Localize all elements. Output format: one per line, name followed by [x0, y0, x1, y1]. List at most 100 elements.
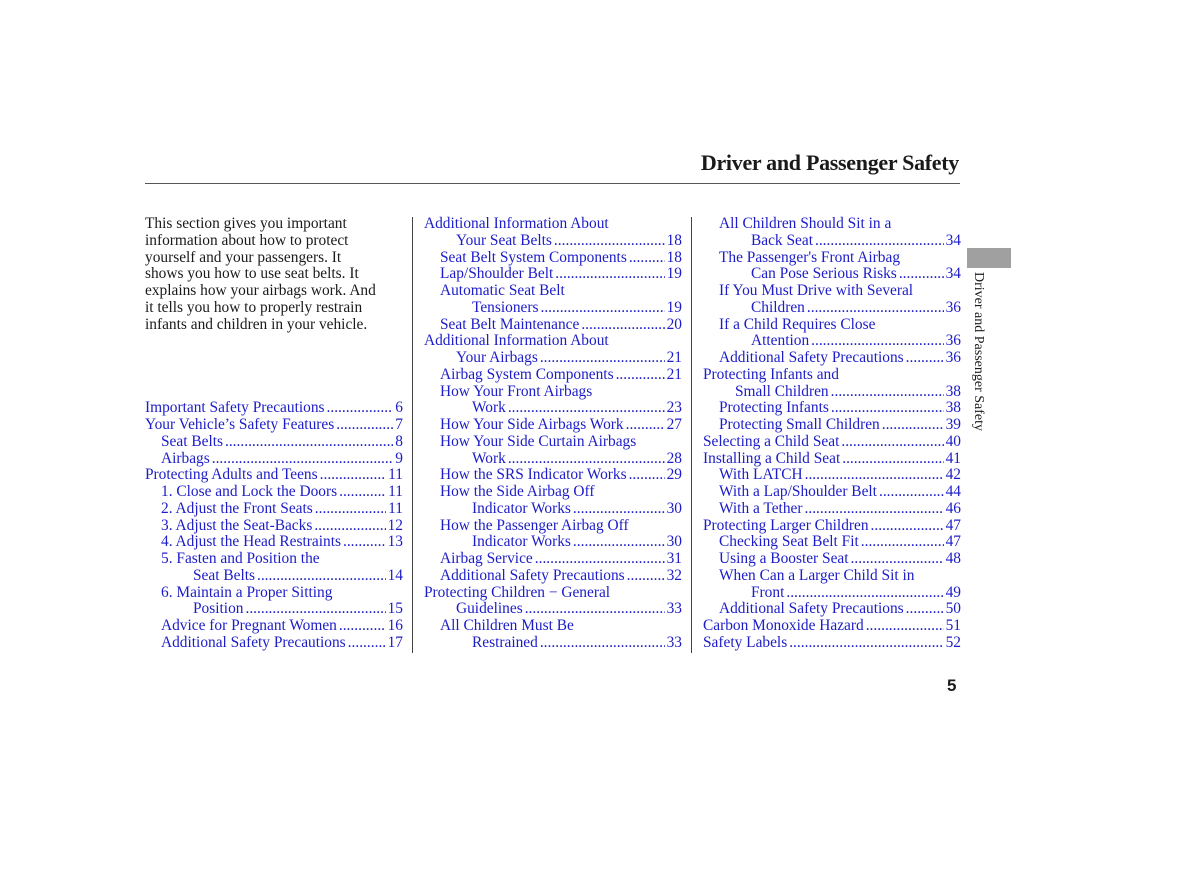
toc-entry-line: How Your Side Airbags Work 27: [424, 416, 682, 434]
toc-entry-line: Installing a Child Seat 41: [703, 449, 961, 468]
toc-entry-line: Seat Belt Maintenance 20: [424, 316, 682, 334]
column-divider: [412, 217, 413, 653]
toc-entry[interactable]: When Can a Larger Child Sit inFront 49: [703, 566, 961, 602]
toc-entry-continuation: Indicator Works: [472, 499, 571, 517]
toc-entry-line: Additional Safety Precautions 32: [424, 567, 682, 585]
toc-entry[interactable]: 2. Adjust the Front Seats 11: [145, 500, 403, 518]
toc-entry[interactable]: With a Lap/Shoulder Belt 44: [703, 483, 961, 501]
toc-entry[interactable]: If You Must Drive with SeveralChildren 36: [703, 282, 961, 317]
toc-entry-line: Additional Safety Precautions 17: [145, 634, 403, 652]
toc-entry[interactable]: Important Safety Precautions 6: [145, 399, 403, 417]
toc-entry-line: Seat Belts 8: [145, 432, 403, 451]
toc-entry[interactable]: Your Vehicle’s Safety Features 7: [145, 416, 403, 434]
toc-entry[interactable]: Using a Booster Seat 48: [703, 550, 961, 568]
toc-entry[interactable]: Airbags 9: [145, 450, 403, 468]
toc-entry[interactable]: How the Side Airbag OffIndicator Works 30: [424, 483, 682, 518]
toc-entry[interactable]: 5. Fasten and Position theSeat Belts 14: [145, 550, 403, 585]
toc-entry-continuation: Seat Belts: [193, 566, 255, 584]
toc-entry-continuation: Can Pose Serious Risks: [751, 265, 897, 283]
toc-entry[interactable]: Seat Belts 8: [145, 432, 403, 451]
toc-entry[interactable]: Protecting Children − GeneralGuidelines 3…: [424, 584, 682, 619]
toc-entry[interactable]: How Your Side Airbags Work 27: [424, 416, 682, 434]
toc-entry[interactable]: Lap/Shoulder Belt 19: [424, 265, 682, 283]
toc-entry[interactable]: Installing a Child Seat 41: [703, 449, 961, 468]
toc-entry-title: If a Child Requires Close: [719, 315, 876, 333]
toc-entry-title: 1. Close and Lock the Doors: [161, 483, 338, 500]
toc-entry[interactable]: Additional Safety Precautions 50: [703, 600, 961, 618]
toc-entry[interactable]: Additional Safety Precautions 36: [703, 349, 961, 367]
toc-entry[interactable]: The Passenger's Front Airbag Can Pose Ser…: [703, 248, 961, 284]
toc-entry[interactable]: 3. Adjust the Seat-Backs 12: [145, 516, 403, 535]
toc-entry[interactable]: Seat Belt System Components 18: [424, 249, 682, 267]
toc-entry[interactable]: All Children Should Sit in aBack Seat 34: [703, 215, 961, 250]
toc-entry[interactable]: With a Tether 46: [703, 499, 961, 518]
toc-page-number: 8: [395, 432, 403, 450]
column-divider: [691, 217, 692, 653]
dot-leader: [807, 300, 944, 317]
toc-entry[interactable]: How Your Front AirbagsWork 23: [424, 383, 682, 418]
dot-leader: [573, 501, 665, 518]
toc-entry-title: Protecting Infants: [719, 399, 829, 417]
toc-page-number: 29: [666, 466, 682, 484]
toc-entry[interactable]: 6. Maintain a Proper SittingPosition 15: [145, 584, 403, 619]
toc-entry[interactable]: How the Passenger Airbag Off Indicator Wo…: [424, 517, 682, 552]
toc-entry-line: Can Pose Serious Risks 34: [703, 265, 961, 283]
dot-leader: [861, 534, 944, 551]
toc-entry[interactable]: Protecting Larger Children 47: [703, 517, 961, 535]
toc-entry[interactable]: Protecting Infants 38: [703, 399, 961, 417]
toc-page-number: 11: [388, 483, 403, 500]
dot-leader: [851, 551, 944, 568]
toc-entry-title: Using a Booster Seat: [719, 550, 849, 567]
toc-entry-line: Additional Safety Precautions 36: [703, 349, 961, 367]
toc-entry-title: All Children Must Be: [440, 617, 574, 634]
toc-page-number: 41: [945, 449, 961, 467]
toc-entry[interactable]: Checking Seat Belt Fit 47: [703, 533, 961, 551]
toc-page-number: 51: [945, 617, 961, 634]
toc-entry-title: The Passenger's Front Airbag: [719, 248, 901, 266]
toc-entry[interactable]: Protecting Small Children 39: [703, 416, 961, 434]
dot-leader: [535, 551, 665, 568]
toc-entry[interactable]: Advice for Pregnant Women 16: [145, 617, 403, 635]
toc-entry[interactable]: Protecting Infants andSmall Children 38: [703, 366, 961, 401]
toc-entry[interactable]: Safety Labels 52: [703, 634, 961, 652]
toc-entry[interactable]: Airbag Service 31: [424, 550, 682, 568]
toc-list: Important Safety Precautions6Your Vehicl…: [145, 399, 403, 652]
dot-leader: [899, 266, 944, 283]
dot-leader: [882, 417, 944, 434]
dot-leader: [320, 467, 387, 484]
toc-entry-line: Restrained 33: [424, 633, 682, 652]
toc-entry[interactable]: Carbon Monoxide Hazard 51: [703, 617, 961, 635]
toc-entry[interactable]: How the SRS Indicator Works 29: [424, 466, 682, 484]
toc-page-number: 14: [387, 566, 403, 584]
toc-entry-title: Protecting Small Children: [719, 416, 880, 433]
toc-entry[interactable]: 4. Adjust the Head Restraints 13: [145, 533, 403, 551]
toc-entry[interactable]: Seat Belt Maintenance 20: [424, 316, 682, 334]
toc-entry[interactable]: With LATCH 42: [703, 466, 961, 484]
toc-entry-continuation: Restrained: [472, 633, 538, 651]
toc-entry-line: Work 28: [424, 449, 682, 468]
dot-leader: [540, 300, 664, 317]
toc-entry[interactable]: Additional Safety Precautions 17: [145, 634, 403, 652]
toc-entry-title: With a Tether: [719, 499, 803, 517]
toc-entry[interactable]: How Your Side Curtain AirbagsWork 28: [424, 433, 682, 468]
toc-entry-title: Automatic Seat Belt: [440, 282, 565, 299]
toc-entry[interactable]: 1. Close and Lock the Doors 11: [145, 483, 403, 501]
toc-entry[interactable]: Protecting Adults and Teens 11: [145, 466, 403, 484]
intro-line: infants and children in your vehicle.: [145, 315, 368, 333]
dot-leader: [339, 484, 386, 501]
toc-entry[interactable]: All Children Must BeRestrained 33: [424, 617, 682, 652]
toc-entry[interactable]: Automatic Seat BeltTensioners 19: [424, 282, 682, 317]
toc-entry[interactable]: If a Child Requires CloseAttention 36: [703, 315, 961, 351]
dot-leader: [327, 400, 394, 417]
toc-entry[interactable]: Selecting a Child Seat 40: [703, 433, 961, 451]
toc-entry-title: When Can a Larger Child Sit in: [719, 566, 915, 584]
dot-leader: [811, 333, 943, 350]
toc-entry-line: Advice for Pregnant Women 16: [145, 617, 403, 635]
toc-entry-continuation: Work: [472, 399, 506, 417]
toc-entry[interactable]: Additional Information About Your Airbags…: [424, 332, 682, 367]
toc-entry[interactable]: Additional Safety Precautions 32: [424, 567, 682, 585]
toc-entry[interactable]: Airbag System Components 21: [424, 366, 682, 384]
toc-entry[interactable]: Additional Information About Your Seat Be…: [424, 215, 682, 250]
toc-entry-title: 3. Adjust the Seat-Backs: [161, 516, 313, 534]
toc-entry-continuation: Work: [472, 449, 506, 467]
